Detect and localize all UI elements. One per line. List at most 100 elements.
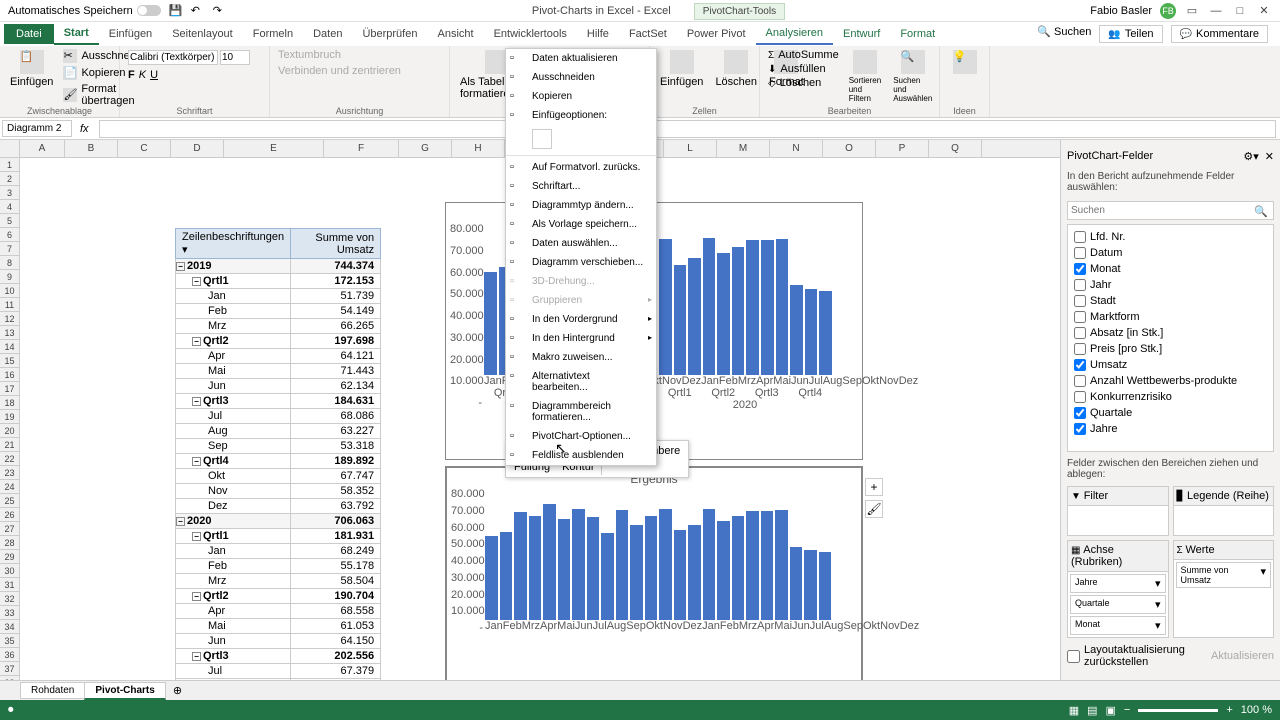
fill-button[interactable]: ⬇ Ausfüllen <box>766 62 841 76</box>
pivot-table[interactable]: Zeilenbeschriftungen ▾Summe von Umsatz −… <box>175 228 381 680</box>
fx-icon[interactable]: fx <box>74 123 95 135</box>
tab-help[interactable]: Hilfe <box>577 24 619 44</box>
sheet-tab-rohdaten[interactable]: Rohdaten <box>20 682 85 699</box>
delete-cells-button[interactable]: Löschen <box>711 48 761 115</box>
ctx-item[interactable]: ▫Feldliste ausblenden <box>506 446 656 465</box>
field-item[interactable]: Quartale <box>1072 405 1269 421</box>
ribbon-options-icon[interactable]: ▭ <box>1184 4 1200 18</box>
tab-review[interactable]: Überprüfen <box>352 24 427 44</box>
field-item[interactable]: Konkurrenzrisiko <box>1072 389 1269 405</box>
ctx-item[interactable]: ▫Kopieren <box>506 87 656 106</box>
pane-close-icon[interactable]: ✕ <box>1265 150 1274 163</box>
record-macro-icon[interactable]: ⏺ <box>8 704 14 717</box>
ctx-item[interactable]: ▫Diagrammbereich formatieren... <box>506 397 656 427</box>
ctx-item[interactable]: ▫Auf Formatvorl. zurücks. <box>506 158 656 177</box>
values-zone[interactable]: Σ Werte Summe von Umsatz▾ <box>1173 540 1275 638</box>
tab-factset[interactable]: FactSet <box>619 24 677 44</box>
undo-icon[interactable]: ↶ <box>191 4 205 18</box>
ctx-item[interactable]: ▫Diagrammtyp ändern... <box>506 196 656 215</box>
tab-pagelayout[interactable]: Seitenlayout <box>162 24 243 44</box>
field-item[interactable]: Preis [pro Stk.] <box>1072 341 1269 357</box>
ctx-item[interactable]: ▫In den Vordergrund▸ <box>506 310 656 329</box>
tab-formulas[interactable]: Formeln <box>243 24 303 44</box>
axis-field[interactable]: Monat▾ <box>1070 616 1166 635</box>
ctx-item[interactable]: ▫3D-Drehung... <box>506 272 656 291</box>
ideas-button[interactable]: 💡 <box>946 48 983 76</box>
axis-zone[interactable]: ▦ Achse (Rubriken) Jahre▾Quartale▾Monat▾ <box>1067 540 1169 638</box>
insert-cells-button[interactable]: Einfügen <box>656 48 707 115</box>
ctx-item[interactable]: ▫Ausschneiden <box>506 68 656 87</box>
new-sheet-button[interactable]: ⊕ <box>165 684 190 697</box>
autosave-toggle[interactable]: Automatisches Speichern <box>8 5 161 17</box>
clear-button[interactable]: ◇ Löschen <box>766 76 841 90</box>
field-item[interactable]: Jahr <box>1072 277 1269 293</box>
filter-zone[interactable]: ▼ Filter <box>1067 486 1169 536</box>
value-field[interactable]: Summe von Umsatz▾ <box>1176 562 1272 588</box>
paste-button[interactable]: 📋Einfügen <box>6 48 57 115</box>
tab-start[interactable]: Start <box>54 23 99 45</box>
zoom-slider[interactable] <box>1138 709 1218 712</box>
chart-elements-button[interactable]: + <box>865 478 883 496</box>
pivotchart-tools-tab[interactable]: PivotChart-Tools <box>694 3 785 20</box>
tab-data[interactable]: Daten <box>303 24 352 44</box>
file-tab[interactable]: Datei <box>4 24 54 44</box>
zoom-level[interactable]: 100 % <box>1241 704 1272 716</box>
close-icon[interactable]: ✕ <box>1256 4 1272 18</box>
ctx-item[interactable]: ▫Diagramm verschieben... <box>506 253 656 272</box>
ctx-item[interactable]: ▫Gruppieren▸ <box>506 291 656 310</box>
tab-view[interactable]: Ansicht <box>427 24 483 44</box>
field-item[interactable]: Jahre <box>1072 421 1269 437</box>
bold-button[interactable]: F <box>128 69 135 81</box>
field-list[interactable]: Lfd. Nr.DatumMonatJahrStadtMarktformAbsa… <box>1067 224 1274 452</box>
ctx-item[interactable]: ▫Als Vorlage speichern... <box>506 215 656 234</box>
defer-checkbox[interactable] <box>1067 650 1080 663</box>
ctx-item[interactable]: ▫Daten auswählen... <box>506 234 656 253</box>
tab-design[interactable]: Entwurf <box>833 24 890 44</box>
user-avatar[interactable]: FB <box>1160 3 1176 19</box>
autosum-button[interactable]: Σ AutoSumme <box>766 48 841 62</box>
ctx-item[interactable]: ▫Alternativtext bearbeiten... <box>506 367 656 397</box>
underline-button[interactable]: U <box>150 69 158 81</box>
axis-field[interactable]: Jahre▾ <box>1070 574 1166 593</box>
legend-zone[interactable]: ▊ Legende (Reihe) <box>1173 486 1275 536</box>
tab-powerpivot[interactable]: Power Pivot <box>677 24 756 44</box>
redo-icon[interactable]: ↷ <box>213 4 227 18</box>
ctx-item[interactable]: ▫In den Hintergrund▸ <box>506 329 656 348</box>
field-search-input[interactable] <box>1067 201 1274 220</box>
tab-analyze[interactable]: Analysieren <box>756 23 833 45</box>
font-name-input[interactable] <box>128 50 218 65</box>
ctx-item[interactable]: ▫Makro zuweisen... <box>506 348 656 367</box>
search-icon[interactable]: 🔍 <box>1254 205 1268 218</box>
italic-button[interactable]: K <box>139 69 146 81</box>
view-pagebreak-icon[interactable]: ▣ <box>1106 704 1116 717</box>
axis-field[interactable]: Quartale▾ <box>1070 595 1166 614</box>
field-item[interactable]: Absatz [in Stk.] <box>1072 325 1269 341</box>
ctx-item[interactable]: ▫Einfügeoptionen: <box>506 106 656 125</box>
field-item[interactable]: Umsatz <box>1072 357 1269 373</box>
field-item[interactable]: Marktform <box>1072 309 1269 325</box>
field-item[interactable]: Datum <box>1072 245 1269 261</box>
comments-button[interactable]: 💬 Kommentare <box>1171 25 1268 43</box>
maximize-icon[interactable]: □ <box>1232 4 1248 18</box>
field-item[interactable]: Monat <box>1072 261 1269 277</box>
pane-settings-icon[interactable]: ⚙▾ <box>1243 150 1258 163</box>
font-size-input[interactable] <box>220 50 250 65</box>
ctx-item[interactable]: ▫Daten aktualisieren <box>506 49 656 68</box>
find-select-button[interactable]: 🔍Suchen und Auswählen <box>889 48 936 115</box>
save-icon[interactable]: 💾 <box>169 4 183 18</box>
field-item[interactable]: Anzahl Wettbewerbs-produkte <box>1072 373 1269 389</box>
field-item[interactable]: Stadt <box>1072 293 1269 309</box>
tab-developer[interactable]: Entwicklertools <box>484 24 577 44</box>
tab-insert[interactable]: Einfügen <box>99 24 162 44</box>
sheet-tab-pivotcharts[interactable]: Pivot-Charts <box>84 682 165 700</box>
field-item[interactable]: Lfd. Nr. <box>1072 229 1269 245</box>
zoom-out-icon[interactable]: − <box>1124 704 1130 716</box>
search-box[interactable]: 🔍 Suchen <box>1037 25 1091 43</box>
tab-format[interactable]: Format <box>890 24 945 44</box>
chart-styles-button[interactable]: 🖌 <box>865 500 883 518</box>
formula-input[interactable] <box>99 120 1276 138</box>
sort-filter-button[interactable]: Sortieren und Filtern <box>845 48 885 115</box>
ctx-item[interactable]: ▫Schriftart... <box>506 177 656 196</box>
zoom-in-icon[interactable]: + <box>1226 704 1232 716</box>
minimize-icon[interactable]: — <box>1208 4 1224 18</box>
